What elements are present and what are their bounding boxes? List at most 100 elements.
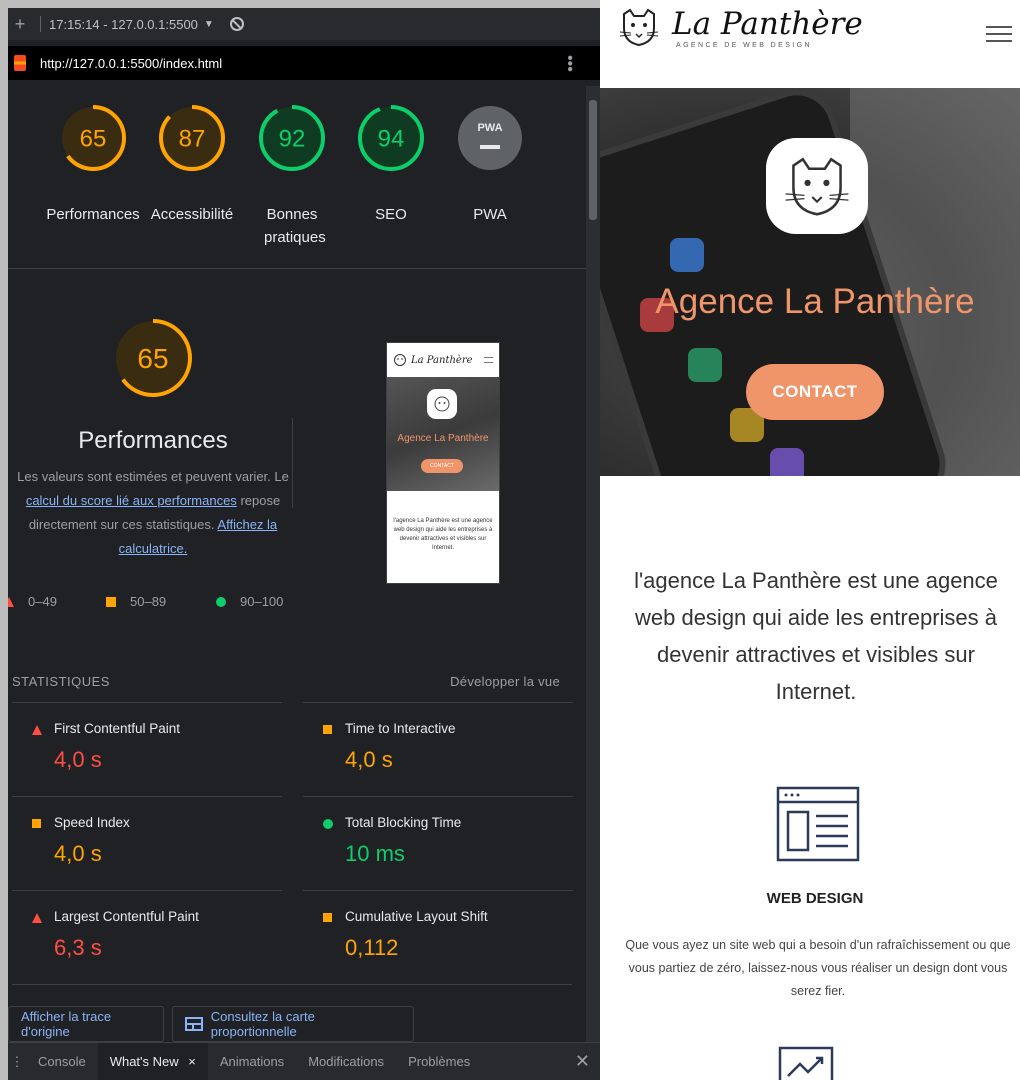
button-label: Consultez la carte proportionnelle: [210, 1009, 315, 1039]
legend-low: 0–49: [28, 594, 57, 609]
metric-name: Total Blocking Time: [345, 815, 462, 830]
metric-name: Speed Index: [54, 815, 130, 830]
vertical-divider: [292, 418, 293, 508]
tab-problems[interactable]: Problèmes: [396, 1043, 482, 1080]
metric-total-blocking-time: Total Blocking Time 10 ms: [303, 796, 573, 890]
metric-cumulative-layout-shift: Cumulative Layout Shift 0,112: [303, 890, 573, 984]
gauge-pwa[interactable]: PWA PWA: [440, 104, 540, 226]
intro-text: l'agence La Panthère est une agence web …: [634, 568, 998, 704]
report-url: http://127.0.0.1:5500/index.html: [40, 55, 223, 71]
scrollbar-track[interactable]: [586, 86, 600, 1042]
lighthouse-icon: [14, 55, 26, 71]
view-original-trace-button[interactable]: Afficher la trace d'origine: [8, 1006, 164, 1042]
tab-animations[interactable]: Animations: [208, 1043, 296, 1080]
gauge-accessibility[interactable]: 87 Accessibilité: [142, 104, 242, 226]
thumb-brand: La Panthère: [411, 354, 473, 366]
growth-chart-icon: [778, 1046, 834, 1080]
gauge-ring: 87: [159, 105, 225, 171]
fail-triangle-icon: [8, 597, 14, 607]
service-title: WEB DESIGN: [766, 890, 864, 907]
score-calculation-link[interactable]: calcul du score lié aux performances: [26, 493, 237, 508]
average-square-icon: [323, 913, 332, 922]
fail-triangle-icon: [32, 725, 42, 735]
clear-reports-icon[interactable]: [229, 17, 244, 31]
metrics-header: STATISTIQUES Développer la vue: [12, 674, 572, 689]
devtools-panel: + 17:15:14 - 127.0.0.1:5500 ▼ http://127…: [8, 8, 600, 1080]
thumb-hero: Agence La Panthère CONTACT: [387, 377, 499, 491]
view-treemap-button[interactable]: Consultez la carte proportionnelle: [172, 1006, 414, 1042]
menu-icon: [484, 357, 493, 363]
tab-whats-new[interactable]: What's New ×: [97, 1042, 208, 1080]
gauge-best-practices[interactable]: 92 Bonnes pratiques: [242, 104, 342, 249]
thumb-intro: l'agence La Panthère est une agence web …: [393, 518, 493, 551]
performance-gauge: 65: [114, 319, 192, 397]
pwa-badge-bg: [458, 106, 522, 170]
chevron-down-icon[interactable]: ▼: [204, 19, 214, 30]
service-description: Que vous ayez un site web qui a besoin d…: [625, 938, 1011, 998]
tab-modifications[interactable]: Modifications: [296, 1043, 396, 1080]
site-brand[interactable]: La Panthère AGENCE DE WEB DESIGN: [618, 6, 863, 49]
gauge-score: 92: [279, 126, 306, 153]
performance-description: Les valeurs sont estimées et peuvent var…: [8, 465, 298, 561]
web-design-icon: [776, 786, 860, 862]
metric-value: 10 ms: [345, 841, 405, 866]
gauge-score: 65: [80, 126, 107, 153]
final-screenshot-thumbnail[interactable]: La Panthère Agence La Panthère CONTACT l…: [386, 342, 500, 584]
gauge-score: 94: [378, 126, 405, 153]
site-header: La Panthère AGENCE DE WEB DESIGN: [600, 0, 1020, 88]
section-divider: [8, 268, 586, 269]
gauge-seo[interactable]: 94 SEO: [341, 104, 441, 226]
devtools-drawer-tabs: ⋮ Console What's New × Animations Modifi…: [8, 1042, 600, 1080]
gauge-label: SEO: [375, 206, 407, 223]
drawer-menu-icon[interactable]: ⋮: [8, 1054, 26, 1070]
more-options-icon[interactable]: •••: [560, 55, 578, 72]
report-selector[interactable]: 17:15:14 - 127.0.0.1:5500: [49, 17, 198, 32]
metrics-divider: [12, 984, 572, 985]
app-tile: [770, 448, 804, 476]
panther-logo-icon: [427, 389, 457, 419]
gauge-label: Performances: [46, 206, 140, 223]
fail-triangle-icon: [32, 913, 42, 923]
average-square-icon: [323, 725, 332, 734]
toolbar-separator: [40, 16, 41, 32]
metric-speed-index: Speed Index 4,0 s: [12, 796, 282, 890]
gauge-label: PWA: [473, 206, 507, 223]
button-label: Afficher la trace d'origine: [21, 1009, 112, 1039]
legend-mid: 50–89: [130, 594, 167, 609]
brand-name: La Panthère: [672, 6, 863, 42]
hero-title: Agence La Panthère: [655, 282, 975, 321]
desc-text: Les valeurs sont estimées et peuvent var…: [17, 469, 289, 484]
close-tab-icon[interactable]: ×: [188, 1054, 196, 1069]
tab-console[interactable]: Console: [26, 1043, 98, 1080]
gauge-label: Accessibilité: [150, 206, 234, 223]
panther-logo-icon: [394, 354, 406, 366]
average-square-icon: [106, 597, 116, 607]
metric-name: Largest Contentful Paint: [54, 909, 199, 924]
metric-value: 4,0 s: [54, 747, 102, 772]
treemap-icon: [185, 1017, 203, 1031]
pwa-badge-text: PWA: [477, 122, 502, 134]
metric-name: First Contentful Paint: [54, 721, 181, 736]
new-report-button[interactable]: +: [8, 14, 32, 35]
score-gauges: 65 Performances 87 Accessibilité 92 Bonn…: [8, 104, 586, 274]
scrollbar-thumb[interactable]: [589, 100, 597, 220]
close-drawer-icon[interactable]: ✕: [575, 1051, 590, 1072]
expand-view-toggle[interactable]: Développer la vue: [450, 674, 560, 689]
metric-value: 6,3 s: [54, 935, 102, 960]
contact-button[interactable]: CONTACT: [746, 364, 884, 420]
metric-value: 4,0 s: [54, 841, 102, 866]
app-tile: [688, 348, 722, 382]
report-url-bar: http://127.0.0.1:5500/index.html •••: [8, 46, 600, 80]
panther-logo-icon: [785, 157, 849, 216]
hamburger-menu-icon[interactable]: [986, 26, 1012, 42]
average-square-icon: [32, 819, 41, 828]
gauge-performance[interactable]: 65 Performances: [43, 104, 143, 226]
hero-section: Agence La Panthère CONTACT: [600, 88, 1020, 476]
metric-name: Time to Interactive: [345, 721, 456, 736]
performance-summary: 65 Performances Les valeurs sont estimée…: [8, 318, 298, 561]
metric-value: 0,112: [345, 935, 399, 960]
app-tile: [670, 238, 704, 272]
pwa-dash: [480, 145, 500, 149]
gauge-ring: 94: [358, 105, 424, 171]
thumb-header: La Panthère: [387, 343, 499, 377]
